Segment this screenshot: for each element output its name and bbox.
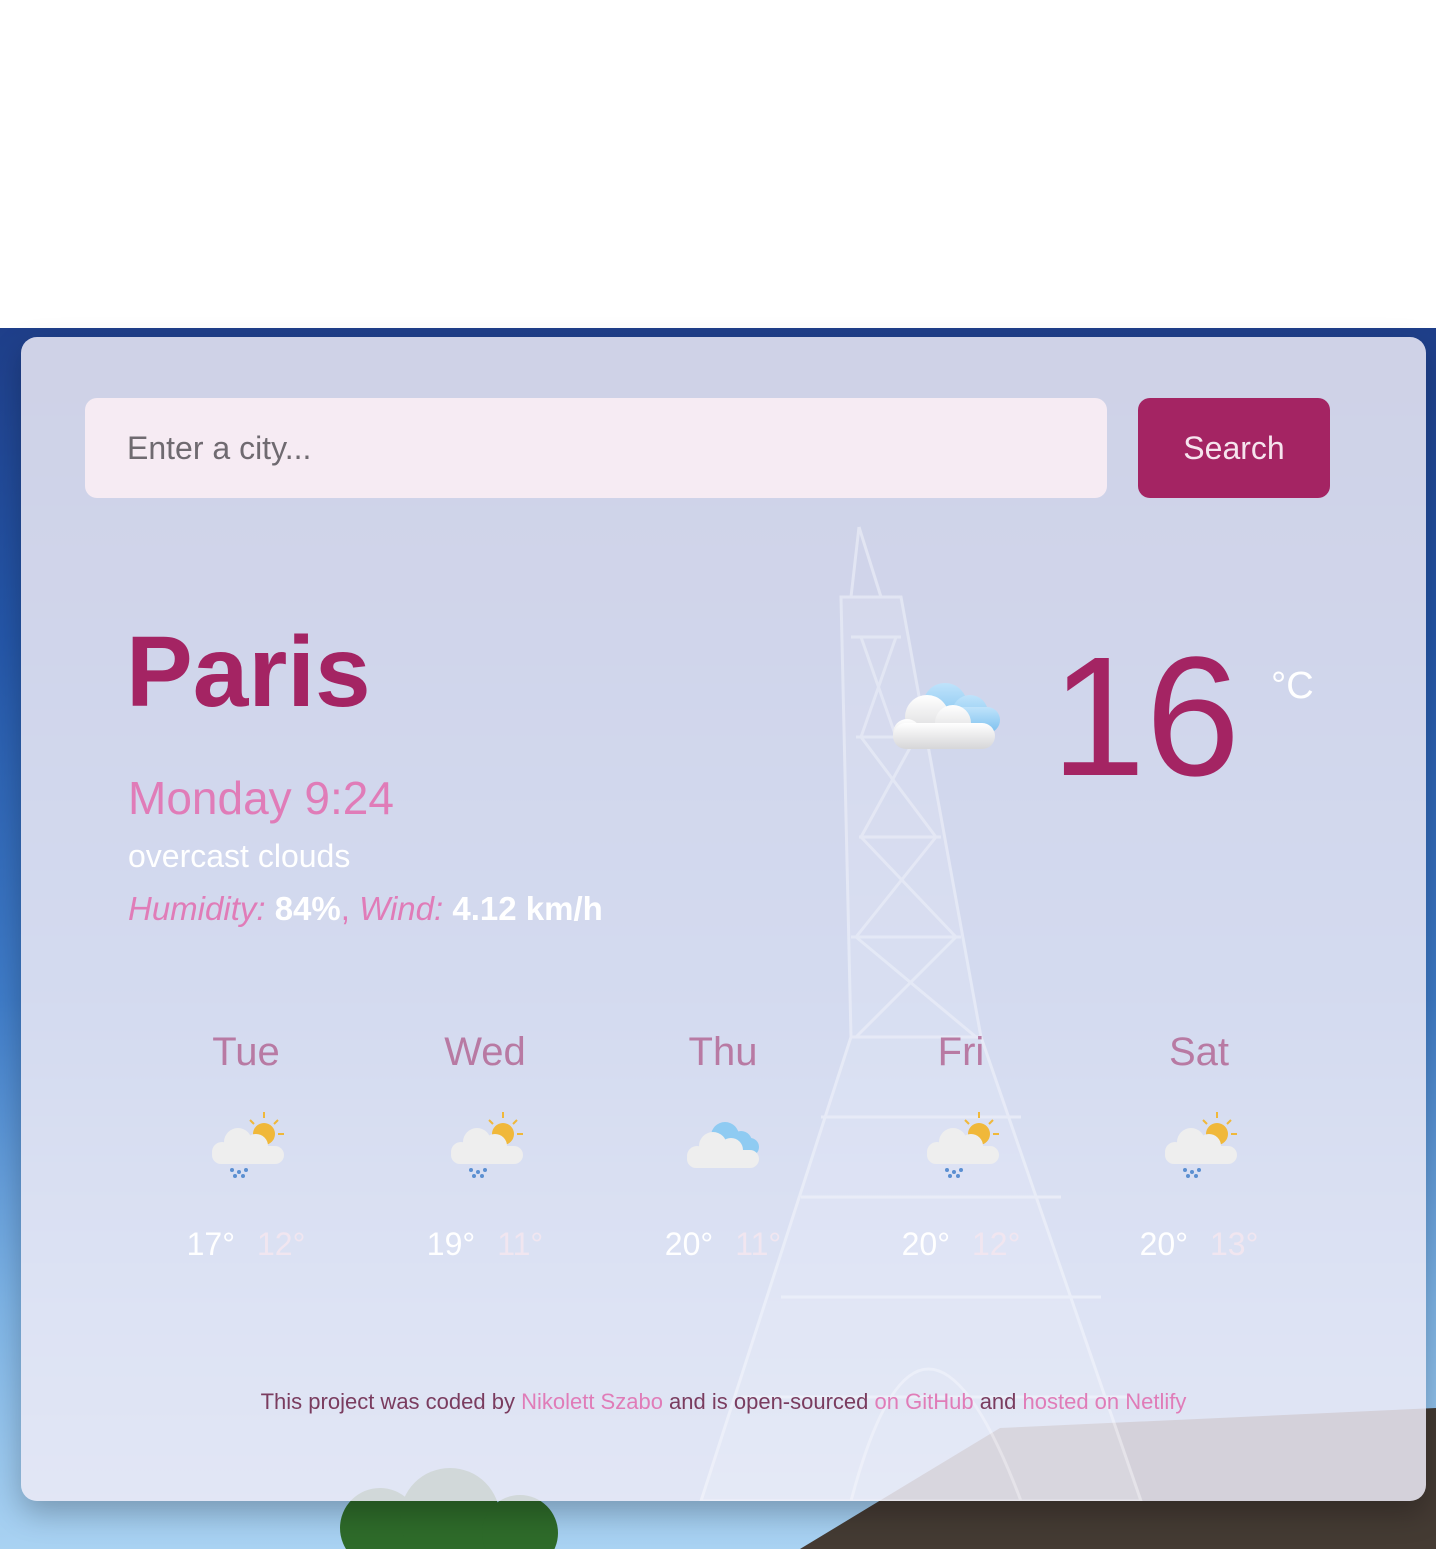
sun-rain-clouds-icon xyxy=(927,1112,999,1178)
author-link[interactable]: Nikolett Szabo xyxy=(521,1389,663,1414)
forecast-temps: 19° 11° xyxy=(385,1228,585,1260)
forecast-max-temp: 19° xyxy=(426,1226,476,1262)
weather-details: Humidity: 84%, Wind: 4.12 km/h xyxy=(128,892,603,925)
sun-rain-clouds-icon xyxy=(451,1112,523,1178)
forecast-temps: 20° 13° xyxy=(1099,1228,1299,1260)
forecast-max-temp: 20° xyxy=(901,1226,950,1262)
footer-text: and xyxy=(973,1389,1023,1414)
sun-rain-clouds-icon xyxy=(212,1112,284,1178)
sun-rain-clouds-icon xyxy=(1165,1112,1237,1178)
clouds-icon xyxy=(687,1122,759,1168)
humidity-value: 84% xyxy=(274,890,341,927)
details-separator: , xyxy=(340,890,350,927)
forecast-day-name: Tue xyxy=(212,1030,280,1074)
github-link[interactable]: on GitHub xyxy=(875,1389,974,1414)
weather-card: Search Paris Monday 9:24 overcast clouds… xyxy=(21,337,1426,1501)
forecast-day-name: Fri xyxy=(937,1030,985,1074)
forecast-min-temp: 12° xyxy=(972,1226,1021,1262)
footer: This project was coded by Nikolett Szabo… xyxy=(21,1389,1426,1415)
forecast-min-temp: 11° xyxy=(497,1226,544,1262)
forecast-day: Fri 20° 12° xyxy=(861,1032,1061,1260)
forecast-min-temp: 13° xyxy=(1210,1226,1259,1262)
weather-description: overcast clouds xyxy=(128,838,351,874)
forecast-temps: 17° 12° xyxy=(146,1228,346,1260)
city-name: Paris xyxy=(126,616,371,728)
forecast-temps: 20° 11° xyxy=(623,1228,823,1260)
forecast-min-temp: 12° xyxy=(257,1226,306,1262)
forecast-max-temp: 20° xyxy=(664,1226,714,1262)
current-datetime: Monday 9:24 xyxy=(128,772,394,824)
forecast-day-name: Wed xyxy=(444,1030,526,1074)
current-temperature: 16 xyxy=(1051,622,1241,812)
footer-text: This project was coded by xyxy=(260,1389,522,1414)
forecast-day-name: Sat xyxy=(1168,1030,1230,1074)
forecast-min-temp: 11° xyxy=(735,1226,782,1262)
forecast-max-temp: 20° xyxy=(1139,1226,1188,1262)
overcast-clouds-icon xyxy=(893,683,1000,749)
search-button[interactable]: Search xyxy=(1138,398,1330,498)
temperature-unit[interactable]: °C xyxy=(1271,667,1314,705)
forecast-max-temp: 17° xyxy=(186,1226,235,1262)
forecast-day: Sat 20° 13° xyxy=(1099,1032,1299,1260)
forecast-day-name: Thu xyxy=(688,1030,758,1074)
netlify-link[interactable]: hosted on Netlify xyxy=(1023,1389,1187,1414)
humidity-label: Humidity: xyxy=(128,890,266,927)
footer-text: and is open-sourced xyxy=(662,1389,875,1414)
forecast-day: Tue 17° 12° xyxy=(146,1032,346,1260)
wind-value: 4.12 km/h xyxy=(452,890,603,927)
forecast-day: Wed 19° 11° xyxy=(385,1032,585,1260)
city-search-input[interactable] xyxy=(85,398,1107,498)
forecast-day: Thu 20° 11° xyxy=(623,1032,823,1260)
forecast-temps: 20° 12° xyxy=(861,1228,1061,1260)
wind-label: Wind: xyxy=(359,890,444,927)
